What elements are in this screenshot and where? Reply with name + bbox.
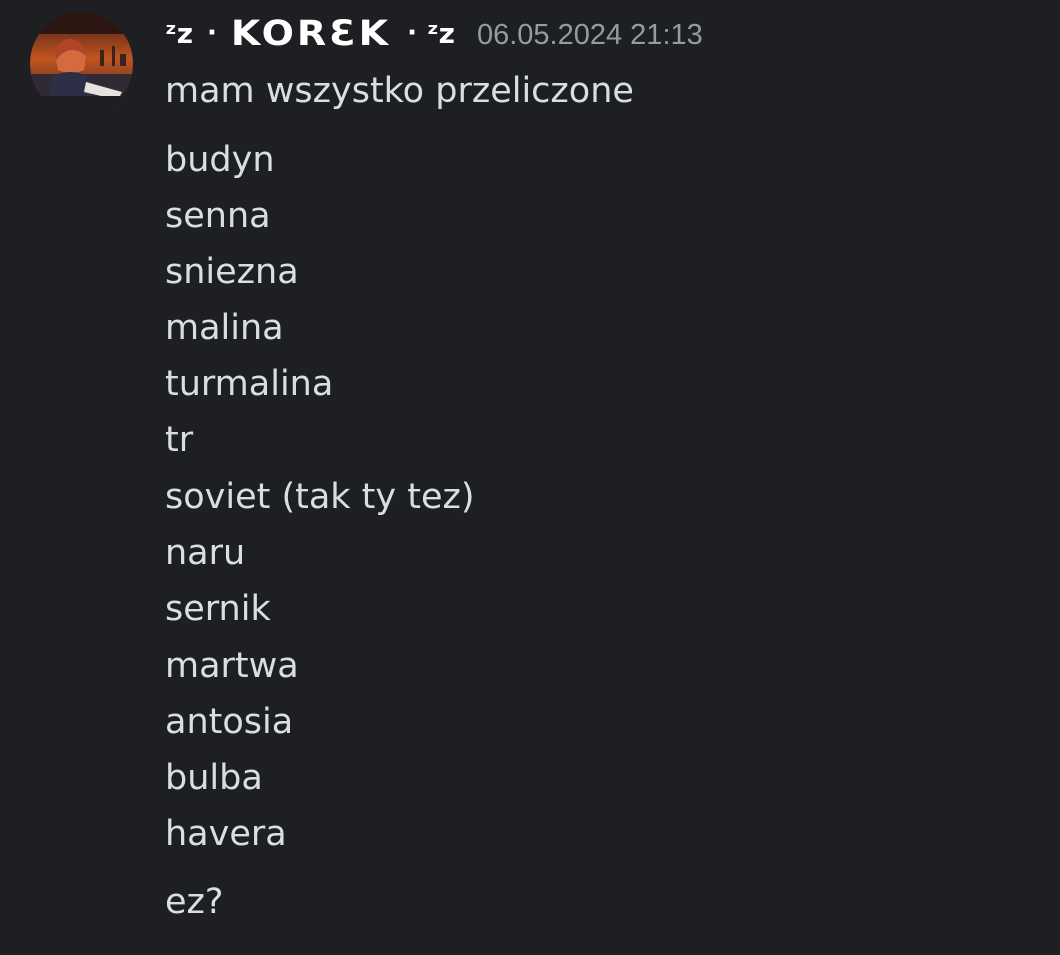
message-line: senna [165,196,271,236]
message-line: sernik [165,589,271,629]
message-line: havera [165,814,287,854]
username-suffix: ᶻz [426,16,455,50]
message-header: ᶻz · KORƐK · ᶻz 06.05.2024 21:13 [165,10,703,56]
username-name: KORƐK [230,12,392,54]
message-line: soviet (tak ty tez) [165,477,475,517]
username[interactable]: ᶻz · KORƐK · ᶻz [165,11,455,55]
message-line: martwa [165,646,299,686]
message-line: tr [165,420,194,460]
chat-message: ᶻz · KORƐK · ᶻz 06.05.2024 21:13 mam wsz… [0,0,1060,955]
message-line: budyn [165,140,275,180]
message-line: naru [165,533,246,573]
message-line: antosia [165,702,294,742]
username-separator-right: · [407,18,417,48]
message-timestamp: 06.05.2024 21:13 [476,18,703,51]
message-line: sniezna [165,252,299,292]
message-line: bulba [165,758,263,798]
username-separator-left: · [207,18,217,48]
message-line: mam wszystko przeliczone [165,71,634,111]
message-line: turmalina [165,364,334,404]
message-line: ez? [165,882,224,922]
message-line: malina [165,308,284,348]
username-prefix: ᶻz [165,16,193,50]
user-avatar-icon[interactable] [30,12,133,115]
